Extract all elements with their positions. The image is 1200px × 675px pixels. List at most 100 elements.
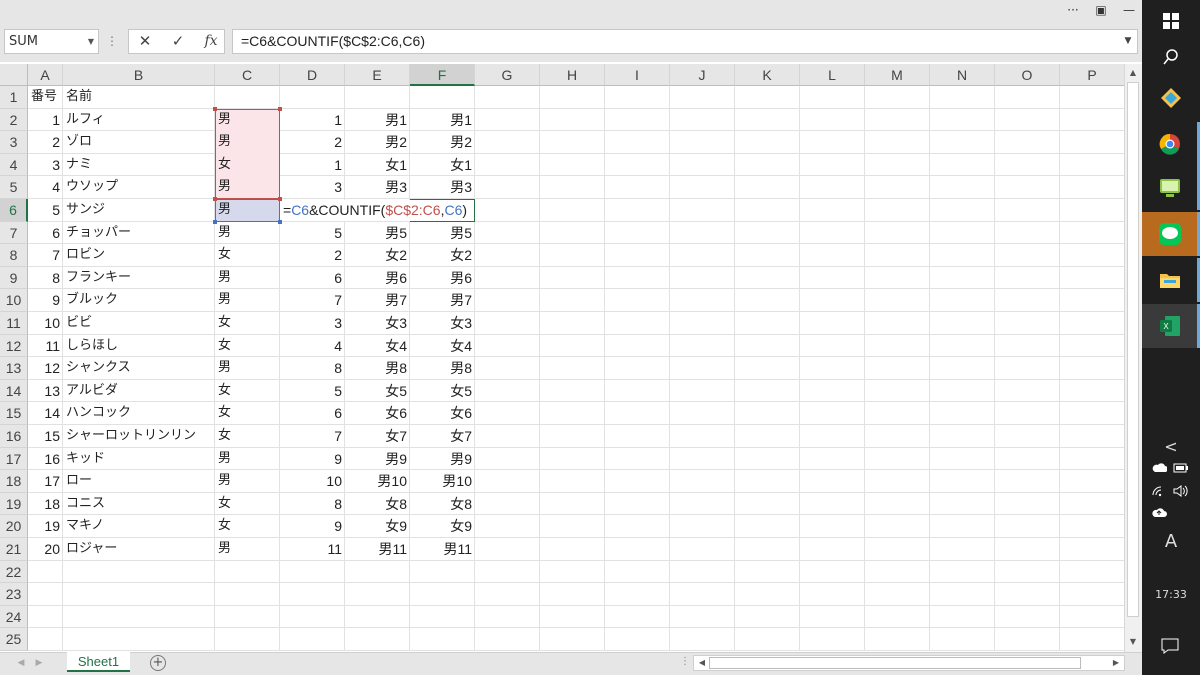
name-cell[interactable]: アルビダ [63,380,215,403]
cell[interactable] [930,425,995,448]
cell[interactable] [345,560,410,584]
minimize-button[interactable]: — [1114,0,1144,22]
gender-cell[interactable]: 女 [215,153,280,177]
cell[interactable] [1060,425,1124,448]
cell[interactable] [995,86,1060,109]
number-cell[interactable]: 17 [28,470,63,493]
clock[interactable]: 17:33 [1142,588,1200,601]
cell[interactable] [995,357,1060,380]
cell[interactable] [1060,199,1124,222]
name-cell[interactable]: ナミ [63,154,215,177]
row-header-1[interactable]: 1 [0,86,28,109]
worksheet-grid[interactable]: ABCDEFGHIJKLMNOP 1 2 3 4 5 6 7 8 9 10 11 12 13 14 15 16… [0,64,1124,652]
row-header-8[interactable]: 8 [0,244,28,267]
cell[interactable] [670,538,735,561]
formula-result-cell[interactable]: 男9 [410,448,475,471]
row-header-9[interactable]: 9 [0,266,28,290]
gender-cell[interactable]: 男 [215,131,280,154]
cell[interactable] [865,176,930,199]
cell[interactable] [475,379,540,403]
gender-cell[interactable]: 男 [215,108,280,132]
sheet-tab-sheet1[interactable]: Sheet1 [67,652,130,672]
count-cell[interactable]: 1 [280,109,345,132]
cell[interactable] [670,515,735,538]
row-header-17[interactable]: 17 [0,447,28,471]
cell[interactable] [605,244,670,267]
cell[interactable] [735,605,800,629]
name-cell[interactable]: キッド [63,448,215,471]
cell[interactable] [800,312,865,335]
cell[interactable] [540,379,605,403]
cell[interactable] [865,199,930,222]
cell[interactable] [995,425,1060,448]
cell[interactable] [865,244,930,267]
cell[interactable] [605,199,670,222]
cell[interactable] [1060,515,1124,538]
cell[interactable] [410,583,475,606]
cell[interactable] [605,492,670,516]
cell[interactable] [670,560,735,584]
cell[interactable] [1060,448,1124,471]
cell[interactable] [995,605,1060,629]
cell[interactable] [1060,583,1124,606]
cell[interactable] [800,628,865,651]
cell[interactable] [930,628,995,651]
combined-cell[interactable]: 女4 [345,335,410,358]
cell[interactable] [280,560,345,584]
cell[interactable] [345,583,410,606]
row-header-11[interactable]: 11 [0,312,28,335]
cell[interactable] [735,515,800,538]
notification-icon[interactable] [1161,638,1179,658]
cell[interactable] [475,447,540,471]
cell[interactable] [930,402,995,425]
count-cell[interactable]: 5 [280,380,345,403]
count-cell[interactable]: 9 [280,515,345,538]
cell[interactable] [800,402,865,425]
cell[interactable] [995,583,1060,606]
combined-cell[interactable]: 男8 [345,357,410,380]
cell[interactable] [735,289,800,312]
combined-cell[interactable]: 女1 [345,154,410,177]
column-header-h[interactable]: H [540,64,605,86]
cell[interactable] [670,492,735,516]
cell[interactable] [865,221,930,245]
name-cell[interactable]: ロジャー [63,538,215,561]
cell[interactable] [540,131,605,154]
cell[interactable] [735,221,800,245]
cell[interactable] [865,447,930,471]
cell[interactable] [475,244,540,267]
cell[interactable] [63,583,215,606]
cell[interactable] [800,131,865,154]
cell[interactable] [605,289,670,312]
cell[interactable] [1060,606,1124,629]
cell[interactable] [540,199,605,222]
count-cell[interactable]: 6 [280,402,345,425]
cell[interactable] [930,583,995,606]
cell[interactable] [995,492,1060,516]
cell[interactable] [1060,470,1124,493]
column-header-m[interactable]: M [865,64,930,86]
cell[interactable] [540,470,605,493]
combined-cell[interactable]: 男6 [345,267,410,290]
cell[interactable] [670,221,735,245]
cell[interactable] [475,131,540,154]
formula-result-cell[interactable]: 男10 [410,470,475,493]
range-resize-handle[interactable] [213,197,217,201]
gender-cell[interactable]: 男 [215,448,280,471]
cell[interactable] [735,244,800,267]
cell[interactable] [540,628,605,651]
cell[interactable] [605,628,670,651]
cell[interactable] [865,628,930,651]
cell[interactable] [735,199,800,222]
cell[interactable] [540,266,605,290]
cell[interactable] [735,402,800,425]
cell[interactable] [540,357,605,380]
cell[interactable] [410,560,475,584]
cell[interactable] [800,221,865,245]
cell[interactable] [1060,493,1124,516]
cell[interactable] [800,357,865,380]
column-header-k[interactable]: K [735,64,800,86]
formula-result-cell[interactable]: 男3 [410,176,475,199]
count-cell[interactable]: 11 [280,538,345,561]
count-cell[interactable]: 9 [280,448,345,471]
